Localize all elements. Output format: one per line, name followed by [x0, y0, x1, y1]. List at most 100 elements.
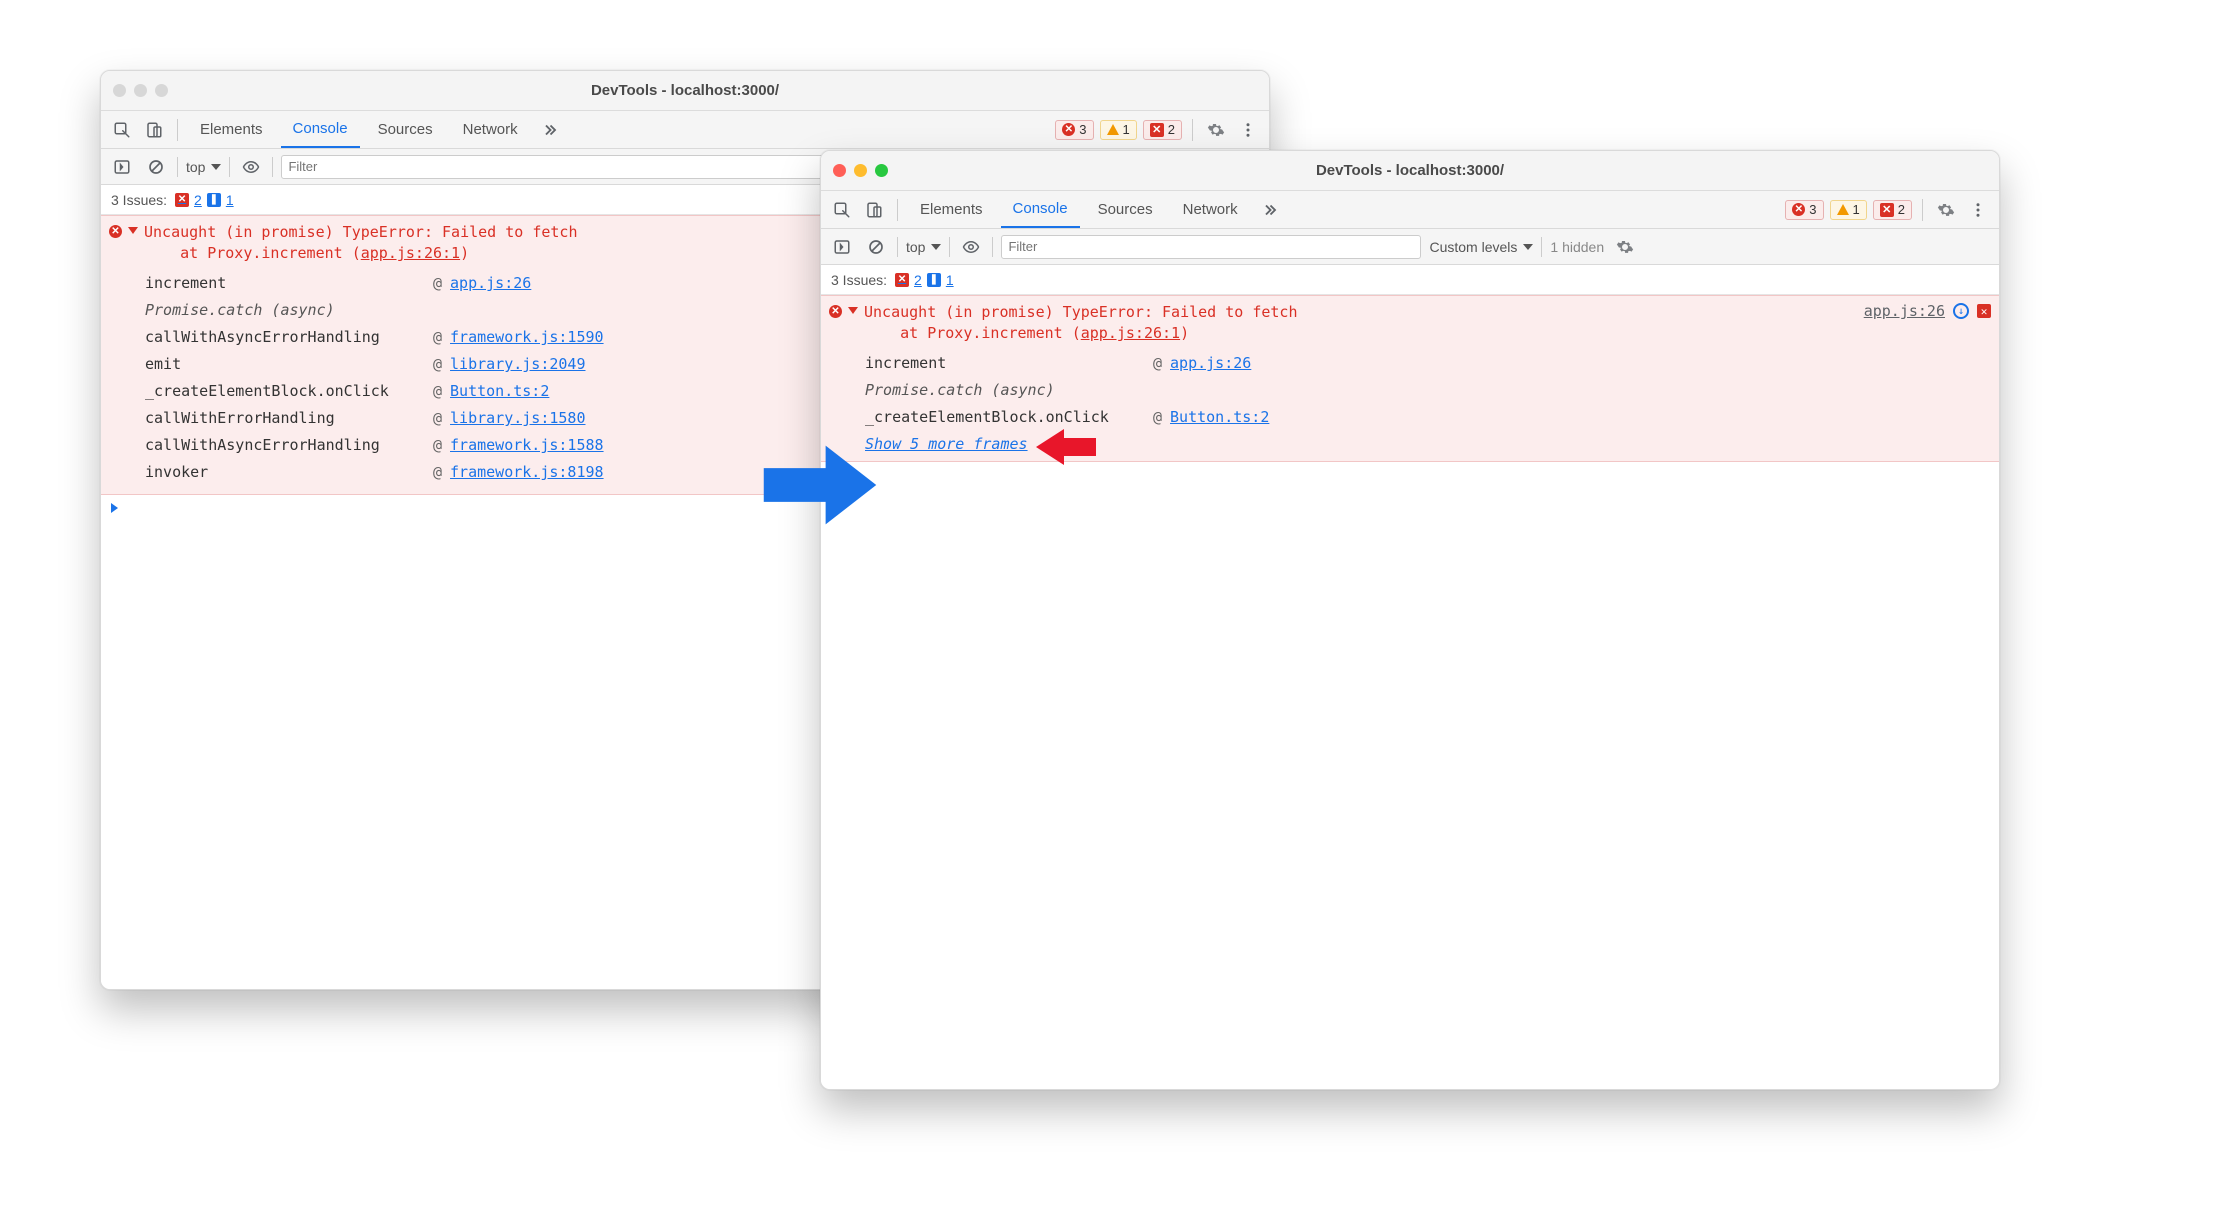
frame-function: invoker	[145, 459, 425, 486]
frame-source-link[interactable]: app.js:26	[1170, 350, 1251, 377]
frame-source-link[interactable]: library.js:2049	[450, 351, 585, 378]
more-tabs-icon[interactable]	[536, 117, 562, 143]
frame-source-link[interactable]: framework.js:8198	[450, 459, 604, 486]
at-symbol: @	[433, 459, 442, 486]
warning-count: 1	[1123, 122, 1130, 137]
console-toolbar: top Custom levels 1 hidden	[821, 229, 1999, 265]
log-levels-selector[interactable]: Custom levels	[1429, 239, 1533, 255]
error-count-badge[interactable]: ✕ 3	[1055, 120, 1093, 140]
kebab-menu-icon[interactable]	[1965, 197, 1991, 223]
toggle-sidebar-icon[interactable]	[109, 154, 135, 180]
toggle-sidebar-icon[interactable]	[829, 234, 855, 260]
zoom-icon[interactable]	[155, 84, 168, 97]
tab-elements[interactable]: Elements	[908, 191, 995, 228]
settings-icon[interactable]	[1203, 117, 1229, 143]
separator	[1192, 119, 1193, 141]
close-icon[interactable]	[833, 164, 846, 177]
settings-icon[interactable]	[1933, 197, 1959, 223]
tab-elements[interactable]: Elements	[188, 111, 275, 148]
frame-source-link[interactable]: framework.js:1590	[450, 324, 604, 351]
frame-function: _createElementBlock.onClick	[145, 378, 425, 405]
expand-toggle-icon[interactable]	[128, 227, 138, 234]
separator	[1922, 199, 1923, 221]
at-symbol: @	[1153, 404, 1162, 431]
frame-source-link[interactable]: Button.ts:2	[450, 378, 549, 405]
clear-console-icon[interactable]	[143, 154, 169, 180]
error-count-badge[interactable]: ✕ 3	[1785, 200, 1823, 220]
source-link[interactable]: app.js:26:1	[1081, 324, 1180, 342]
tab-console[interactable]: Console	[281, 111, 360, 148]
dismiss-error-icon[interactable]: ✕	[1977, 304, 1991, 318]
at-symbol: @	[433, 432, 442, 459]
tab-network[interactable]: Network	[1171, 191, 1250, 228]
minimize-icon[interactable]	[854, 164, 867, 177]
frame-source-link[interactable]: library.js:1580	[450, 405, 585, 432]
frame-function: callWithErrorHandling	[145, 405, 425, 432]
warning-count-badge[interactable]: 1	[1100, 120, 1137, 140]
error-chip-icon: ✕	[175, 193, 189, 207]
live-expression-icon[interactable]	[958, 234, 984, 260]
zoom-icon[interactable]	[875, 164, 888, 177]
inspect-icon[interactable]	[829, 197, 855, 223]
error-text: Uncaught (in promise) TypeError: Failed …	[864, 302, 1848, 344]
filter-input[interactable]	[1001, 235, 1421, 259]
stack-frames: increment@app.js:26Promise.catch (async)…	[865, 350, 1991, 431]
warning-count-badge[interactable]: 1	[1830, 200, 1867, 220]
titlebar[interactable]: DevTools - localhost:3000/	[821, 151, 1999, 191]
stack-frame: Promise.catch (async)	[865, 377, 1991, 404]
console-settings-icon[interactable]	[1612, 234, 1638, 260]
reload-icon[interactable]: ↓	[1953, 303, 1969, 319]
device-toolbar-icon[interactable]	[861, 197, 887, 223]
separator	[229, 157, 230, 177]
tab-sources[interactable]: Sources	[1086, 191, 1165, 228]
close-icon[interactable]	[113, 84, 126, 97]
traffic-lights[interactable]	[833, 164, 888, 177]
clear-console-icon[interactable]	[863, 234, 889, 260]
window-title: DevTools - localhost:3000/	[101, 82, 1269, 99]
show-more-frames-link[interactable]: Show 5 more frames	[865, 435, 1028, 453]
minimize-icon[interactable]	[134, 84, 147, 97]
hidden-count[interactable]: 1 hidden	[1550, 239, 1604, 255]
issues-link[interactable]: ✕ 2 ❚ 1	[175, 192, 234, 208]
kebab-menu-icon[interactable]	[1235, 117, 1261, 143]
at-symbol: @	[433, 324, 442, 351]
live-expression-icon[interactable]	[238, 154, 264, 180]
error-count: 3	[1079, 122, 1086, 137]
tab-console[interactable]: Console	[1001, 191, 1080, 228]
inspect-icon[interactable]	[109, 117, 135, 143]
closed-errors-badge[interactable]: ✕ 2	[1143, 120, 1182, 140]
context-selector[interactable]: top	[186, 159, 221, 175]
frame-source-link[interactable]: framework.js:1588	[450, 432, 604, 459]
error-icon: ✕	[1792, 203, 1805, 216]
separator	[949, 237, 950, 257]
source-link[interactable]: app.js:26	[1864, 302, 1945, 320]
frame-source-link[interactable]: Button.ts:2	[1170, 404, 1269, 431]
at-symbol: @	[433, 270, 442, 297]
frame-function: callWithAsyncErrorHandling	[145, 432, 425, 459]
separator	[897, 237, 898, 257]
tab-sources[interactable]: Sources	[366, 111, 445, 148]
tab-network[interactable]: Network	[451, 111, 530, 148]
stack-frame: increment@app.js:26	[865, 350, 1991, 377]
context-selector[interactable]: top	[906, 239, 941, 255]
at-symbol: @	[433, 405, 442, 432]
closed-errors-badge[interactable]: ✕ 2	[1873, 200, 1912, 220]
frame-function: emit	[145, 351, 425, 378]
traffic-lights[interactable]	[113, 84, 168, 97]
info-chip-icon: ❚	[927, 273, 941, 287]
separator	[177, 157, 178, 177]
expand-toggle-icon[interactable]	[848, 307, 858, 314]
at-symbol: @	[433, 378, 442, 405]
device-toolbar-icon[interactable]	[141, 117, 167, 143]
stack-frame: _createElementBlock.onClick@Button.ts:2	[865, 404, 1991, 431]
warning-icon	[1837, 204, 1849, 215]
issues-link[interactable]: ✕ 2 ❚ 1	[895, 272, 954, 288]
async-marker: Promise.catch (async)	[865, 377, 1055, 404]
more-tabs-icon[interactable]	[1256, 197, 1282, 223]
console-prompt[interactable]	[821, 462, 1999, 488]
source-link[interactable]: app.js:26:1	[361, 244, 460, 262]
warning-icon	[1107, 124, 1119, 135]
frame-source-link[interactable]: app.js:26	[450, 270, 531, 297]
titlebar[interactable]: DevTools - localhost:3000/	[101, 71, 1269, 111]
issues-bar: 3 Issues: ✕ 2 ❚ 1	[821, 265, 1999, 295]
